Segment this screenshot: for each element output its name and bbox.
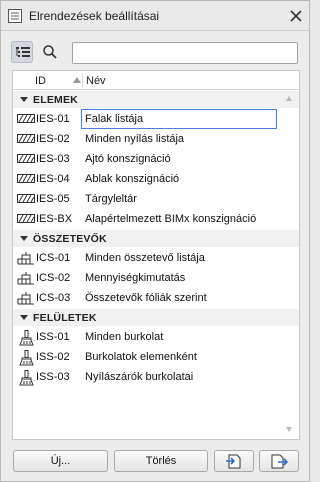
item-id: ISS-01	[36, 331, 70, 343]
group-header[interactable]: ELEMEK	[13, 91, 299, 108]
list-item[interactable]: IES-05 Tárgyleltár	[13, 189, 299, 209]
item-name: Burkolatok elemenként	[85, 351, 197, 363]
tree-list-icon	[16, 47, 30, 57]
item-id: IES-BX	[36, 213, 73, 225]
item-name: Ablak konszignáció	[85, 173, 180, 185]
item-name: Mennyiségkimutatás	[85, 272, 186, 284]
search-toggle-button[interactable]	[39, 41, 61, 63]
list-item[interactable]: IES-BX Alapértelmezett BIMx konszignáció	[13, 209, 299, 229]
list-item[interactable]: ISS-03 Nyílászárók burkolatai	[13, 367, 299, 387]
hatch-pattern-icon	[17, 112, 35, 126]
item-name: Nyílászárók burkolatai	[85, 371, 194, 383]
list-item[interactable]: IES-03 Ajtó konszignáció	[13, 149, 299, 169]
hatch-pattern-icon	[17, 192, 35, 206]
export-icon	[271, 454, 288, 469]
item-id: ISS-03	[36, 371, 70, 383]
column-header-name[interactable]: Név	[86, 75, 106, 87]
search-icon	[43, 45, 57, 59]
hatch-pattern-icon	[17, 132, 35, 146]
item-id: ICS-01	[36, 252, 71, 264]
group-header[interactable]: FELÜLETEK	[13, 309, 299, 326]
import-button[interactable]	[214, 450, 254, 472]
column-separator[interactable]	[82, 73, 83, 88]
paint-brush-icon	[17, 370, 35, 386]
item-id: IES-02	[36, 133, 70, 145]
item-id: IES-01	[36, 113, 70, 125]
group-label: ÖSSZETEVŐK	[33, 233, 107, 245]
scroll-up-arrow-icon[interactable]	[286, 96, 292, 101]
schedule-list[interactable]: ID Név ELEMEK IES-01 Falak listája IES-02 Mi…	[12, 70, 300, 440]
components-icon	[17, 271, 35, 285]
paint-brush-icon	[17, 350, 35, 366]
list-item[interactable]: IES-02 Minden nyílás listája	[13, 129, 299, 149]
item-id: ICS-03	[36, 292, 71, 304]
list-header: ID Név	[13, 71, 299, 90]
scroll-down-arrow-icon[interactable]	[286, 427, 292, 432]
expand-triangle-icon[interactable]	[20, 97, 28, 102]
new-button[interactable]: Új...	[13, 450, 108, 472]
schedule-app-icon	[8, 9, 22, 23]
item-name: Minden nyílás listája	[85, 133, 185, 145]
delete-button[interactable]: Törlés	[114, 450, 208, 472]
paint-brush-icon	[17, 330, 35, 346]
toolbar	[1, 32, 309, 68]
group-label: FELÜLETEK	[33, 312, 97, 324]
search-input[interactable]	[72, 42, 298, 64]
group-label: ELEMEK	[33, 94, 78, 106]
item-name: Ajtó konszignáció	[85, 153, 171, 165]
list-item[interactable]: ICS-01 Minden összetevő listája	[13, 248, 299, 268]
item-name: Tárgyleltár	[85, 193, 137, 205]
list-item[interactable]: IES-04 Ablak konszignáció	[13, 169, 299, 189]
components-icon	[17, 251, 35, 265]
window-title: Elrendezések beállításai	[29, 9, 160, 23]
import-icon	[226, 454, 241, 469]
item-name: Minden összetevő listája	[85, 252, 205, 264]
item-id: IES-05	[36, 193, 70, 205]
hatch-pattern-icon	[17, 152, 35, 166]
title-bar[interactable]: Elrendezések beállításai	[1, 1, 309, 31]
list-item[interactable]: ISS-02 Burkolatok elemenként	[13, 347, 299, 367]
list-item[interactable]: IES-01 Falak listája	[13, 109, 299, 129]
item-name: Összetevők fóliák szerint	[85, 292, 207, 304]
item-id: ICS-02	[36, 272, 71, 284]
expand-triangle-icon[interactable]	[20, 236, 28, 241]
export-button[interactable]	[259, 450, 299, 472]
tree-list-toggle-button[interactable]	[11, 41, 33, 63]
components-icon	[17, 291, 35, 305]
expand-triangle-icon[interactable]	[20, 315, 28, 320]
hatch-pattern-icon	[17, 172, 35, 186]
item-name: Minden burkolat	[85, 331, 164, 343]
item-id: IES-04	[36, 173, 70, 185]
close-icon[interactable]	[288, 8, 304, 24]
list-item[interactable]: ICS-02 Mennyiségkimutatás	[13, 268, 299, 288]
group-header[interactable]: ÖSSZETEVŐK	[13, 230, 299, 247]
item-name: Falak listája	[85, 113, 144, 125]
sort-ascending-icon	[73, 77, 81, 83]
item-name: Alapértelmezett BIMx konszignáció	[85, 213, 257, 225]
item-id: ISS-02	[36, 351, 70, 363]
list-item[interactable]: ICS-03 Összetevők fóliák szerint	[13, 288, 299, 308]
hatch-pattern-icon	[17, 212, 35, 226]
list-item[interactable]: ISS-01 Minden burkolat	[13, 327, 299, 347]
column-header-id[interactable]: ID	[35, 75, 46, 87]
item-id: IES-03	[36, 153, 70, 165]
schedule-settings-window: Elrendezések beállításai ID Név ELEMEK I…	[0, 0, 310, 482]
